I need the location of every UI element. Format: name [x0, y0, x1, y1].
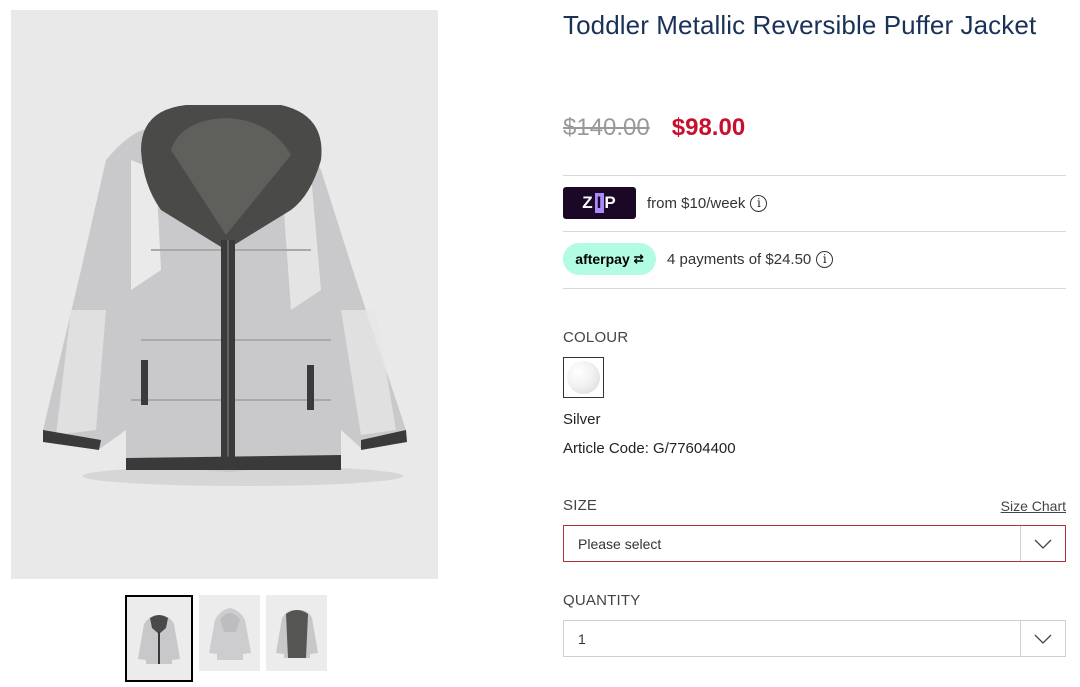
- selected-colour-name: Silver: [563, 411, 601, 428]
- original-price: $140.00: [563, 114, 650, 141]
- zip-info-icon[interactable]: i: [750, 194, 768, 212]
- size-select[interactable]: Please select: [563, 525, 1066, 562]
- thumbnail-front[interactable]: [125, 595, 193, 682]
- colour-label: COLOUR: [563, 329, 629, 346]
- size-chart-link[interactable]: Size Chart: [1001, 498, 1066, 514]
- quantity-select-value: 1: [578, 630, 586, 647]
- thumbnail-back[interactable]: [199, 595, 260, 671]
- chevron-down-icon: [1020, 526, 1065, 561]
- zip-payment-row: ZIP from $10/week i: [563, 187, 768, 219]
- divider: [563, 231, 1066, 232]
- product-main-image[interactable]: [11, 10, 438, 579]
- zip-payment-text: from $10/week: [647, 194, 746, 212]
- divider: [563, 288, 1066, 289]
- divider: [563, 175, 1066, 176]
- colour-swatch-silver[interactable]: [563, 357, 604, 398]
- price-row: $140.00 $98.00: [563, 114, 745, 142]
- size-select-value: Please select: [578, 535, 662, 552]
- afterpay-logo: afterpay ⇄: [563, 243, 656, 275]
- zip-logo: ZIP: [563, 187, 636, 219]
- quantity-select[interactable]: 1: [563, 620, 1066, 657]
- quantity-label: QUANTITY: [563, 592, 641, 609]
- size-label: SIZE: [563, 497, 598, 514]
- afterpay-payment-text: 4 payments of $24.50: [667, 250, 812, 268]
- thumbnail-reversed[interactable]: [266, 595, 327, 671]
- product-title: Toddler Metallic Reversible Puffer Jacke…: [563, 10, 1037, 40]
- thumbnail-strip: [125, 595, 327, 682]
- afterpay-info-icon[interactable]: i: [816, 250, 834, 268]
- sale-price: $98.00: [671, 114, 746, 141]
- afterpay-payment-row: afterpay ⇄ 4 payments of $24.50 i: [563, 243, 834, 275]
- chevron-down-icon: [1020, 621, 1065, 656]
- article-code: Article Code: G/77604400: [563, 440, 736, 457]
